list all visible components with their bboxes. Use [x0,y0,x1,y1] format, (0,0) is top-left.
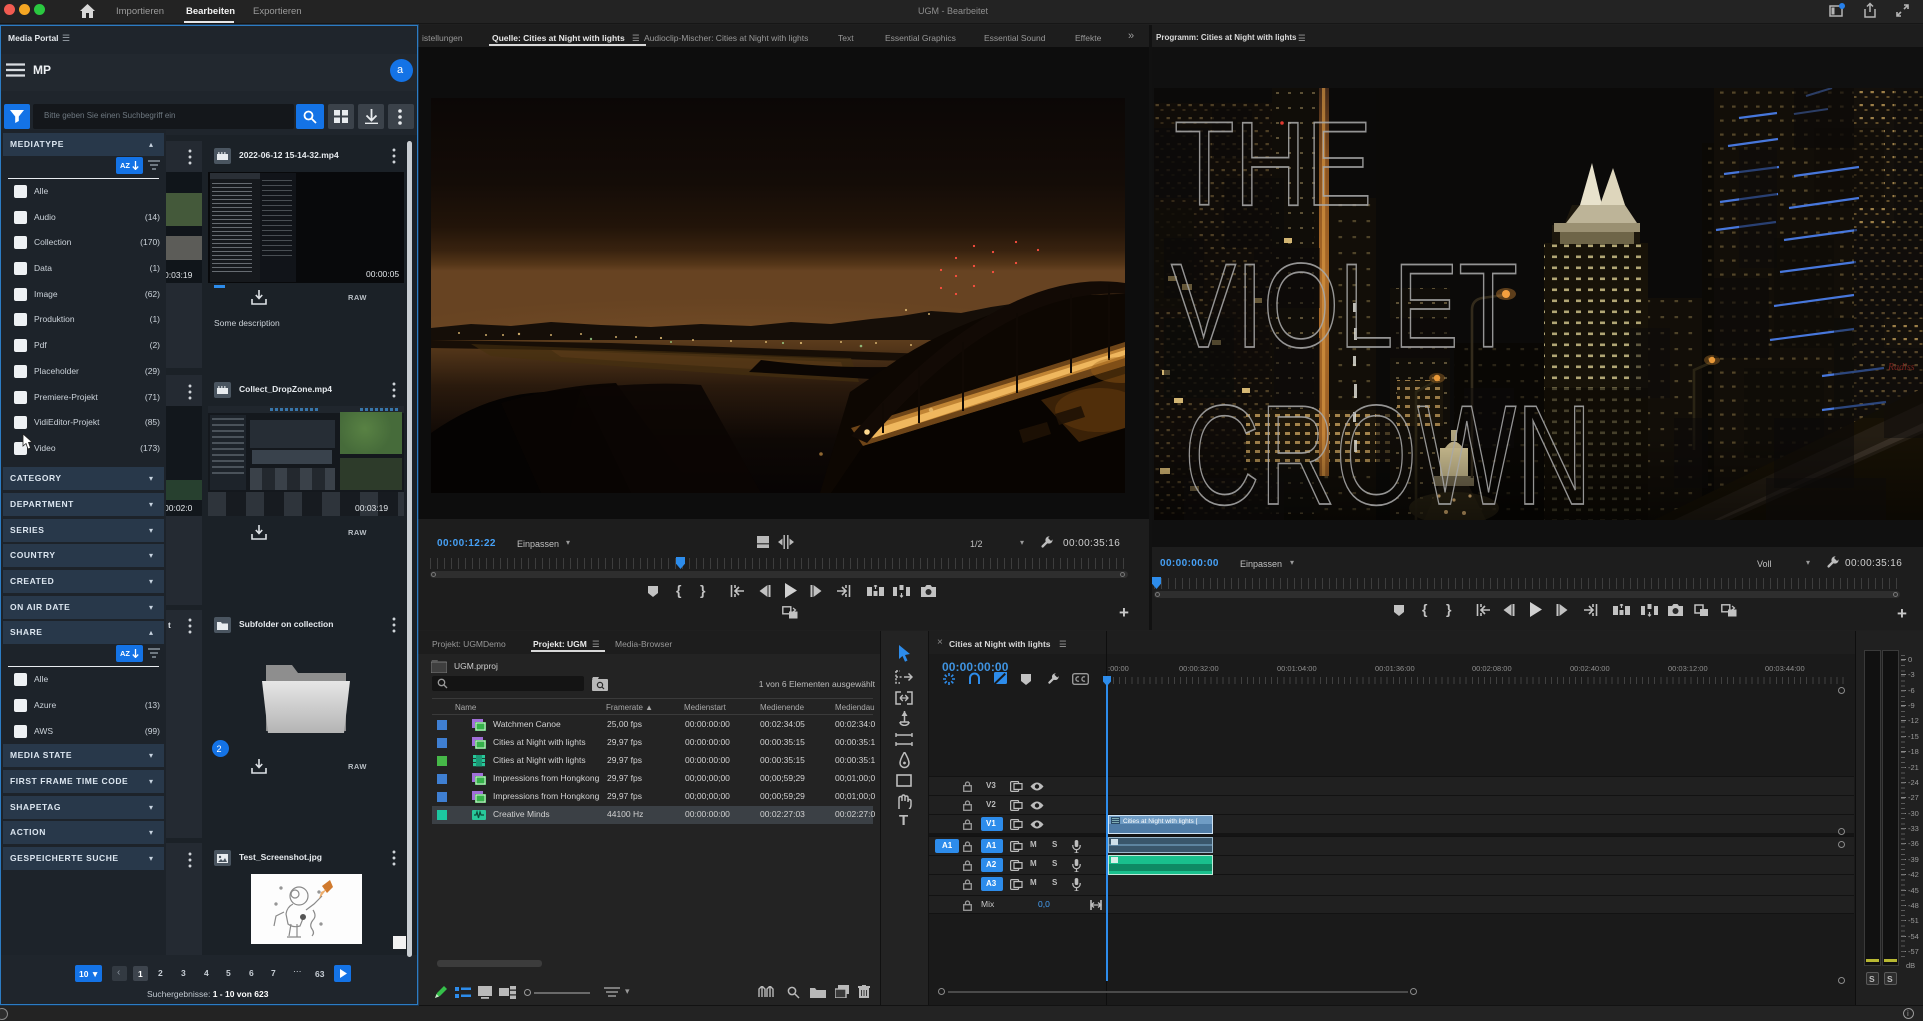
svg-text:CROWN: CROWN [1184,376,1592,520]
svg-text:THE: THE [1174,97,1372,231]
svg-text:VIOLET: VIOLET [1171,239,1518,373]
